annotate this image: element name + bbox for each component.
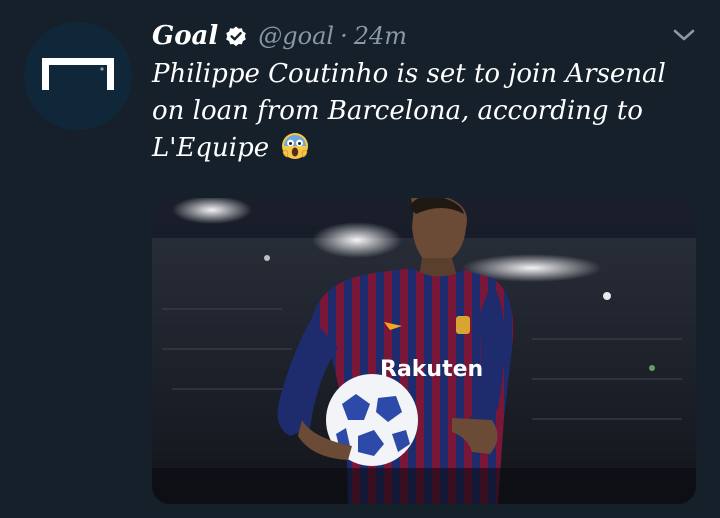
tweet-text-content: Philippe Coutinho is set to join Arsenal… — [152, 59, 666, 163]
display-name[interactable]: Goal — [152, 21, 218, 51]
avatar[interactable] — [24, 22, 132, 130]
jersey-sponsor: Rakuten — [380, 357, 483, 382]
timestamp[interactable]: 24m — [354, 22, 407, 50]
player-photo: Rakuten — [152, 198, 696, 504]
screaming-face-emoji — [281, 132, 309, 160]
tweet[interactable]: Goal @goal · 24m Philippe Coutinho is se… — [0, 0, 720, 518]
tweet-text: Philippe Coutinho is set to join Arsenal… — [152, 56, 692, 167]
chevron-down-icon[interactable] — [672, 26, 696, 44]
handle[interactable]: @goal — [258, 22, 334, 50]
tweet-header: Goal @goal · 24m — [152, 16, 407, 56]
goal-logo-icon — [42, 58, 114, 90]
verified-badge-icon — [226, 26, 247, 47]
separator-dot: · — [340, 22, 348, 50]
tweet-media-image[interactable]: Rakuten — [152, 198, 696, 504]
